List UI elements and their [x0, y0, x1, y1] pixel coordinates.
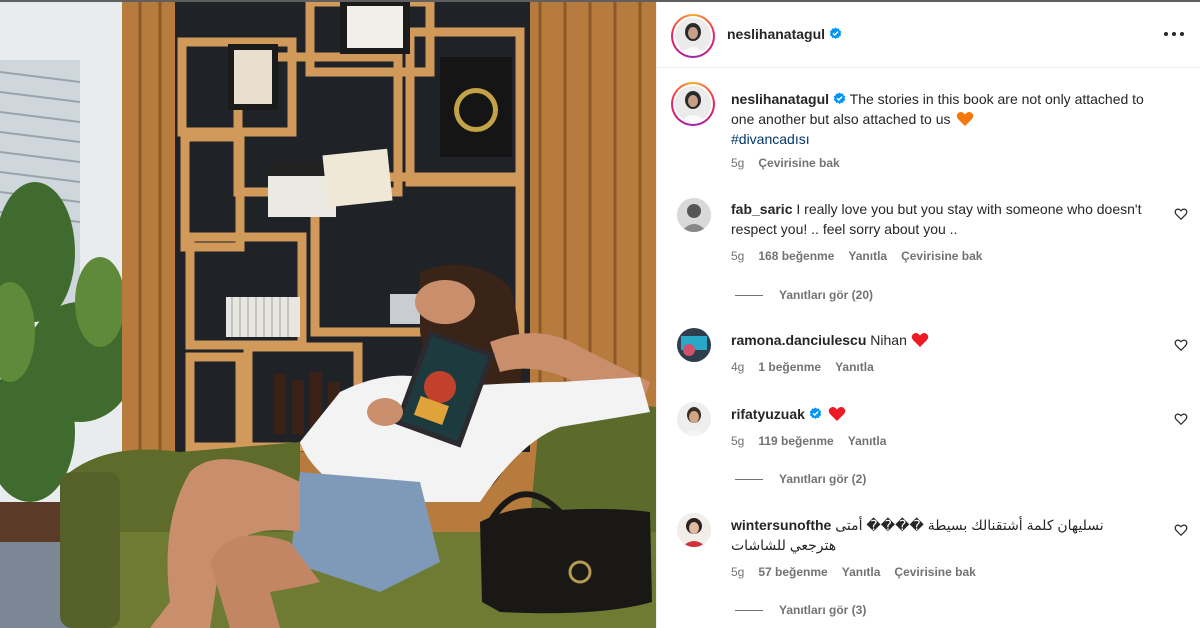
comment-text: I really love you but you stay with some…: [731, 201, 1142, 237]
red-heart-icon: [911, 333, 929, 347]
comment-likes[interactable]: 119 beğenme: [758, 434, 833, 448]
replies-divider: [735, 295, 763, 297]
comment-reply-button[interactable]: Yanıtla: [842, 565, 881, 579]
comment-body: fab_saric I really love you but you stay…: [731, 199, 1161, 239]
red-heart-icon: [828, 407, 846, 421]
verified-badge-icon: [809, 407, 822, 419]
caption-username[interactable]: neslihanatagul: [731, 91, 829, 107]
post-photo[interactable]: [0, 2, 656, 628]
orange-heart-icon: [957, 112, 974, 126]
comment-avatar-image: [677, 402, 711, 436]
comment-avatar[interactable]: [677, 328, 711, 362]
comment-avatar[interactable]: [677, 198, 711, 232]
comment-username[interactable]: fab_saric: [731, 201, 792, 217]
comment-avatar[interactable]: [677, 513, 711, 547]
caption-author-avatar[interactable]: [671, 82, 715, 126]
comment-reply-button[interactable]: Yanıtla: [848, 249, 887, 263]
replies-divider: [735, 610, 763, 612]
comment-avatar-image: [677, 513, 711, 547]
more-options-icon[interactable]: [1163, 24, 1187, 44]
view-replies-label: Yanıtları gör (3): [779, 603, 867, 617]
post-caption: neslihanatagul The stories in this book …: [731, 89, 1171, 149]
comment-body: wintersunofthe نسليهان كلمة أشتقنالك بسي…: [731, 515, 1161, 555]
comment-reply-button[interactable]: Yanıtla: [848, 434, 887, 448]
post-details-panel: neslihanatagul neslihanatagul The storie…: [656, 2, 1200, 628]
view-replies-label: Yanıtları gör (2): [779, 472, 867, 486]
comment-likes[interactable]: 1 beğenme: [758, 360, 821, 374]
comment-meta: 5g 57 beğenme Yanıtla Çevirisine bak: [731, 565, 990, 579]
caption-avatar-image: [675, 86, 711, 122]
comment-reply-button[interactable]: Yanıtla: [835, 360, 874, 374]
comment-time[interactable]: 5g: [731, 434, 744, 448]
like-heart-icon[interactable]: [1174, 338, 1188, 352]
comment-username[interactable]: ramona.danciulescu: [731, 332, 866, 348]
author-avatar[interactable]: [671, 14, 715, 58]
comment-translate-link[interactable]: Çevirisine bak: [901, 249, 982, 263]
comment-time[interactable]: 5g: [731, 249, 744, 263]
comment-likes[interactable]: 57 beğenme: [758, 565, 827, 579]
author-username[interactable]: neslihanatagul: [727, 26, 825, 42]
comment-meta: 5g 119 beğenme Yanıtla: [731, 434, 900, 448]
comment-avatar-image: [677, 198, 711, 232]
comment-translate-link[interactable]: Çevirisine bak: [894, 565, 975, 579]
comment-username[interactable]: wintersunofthe: [731, 517, 831, 533]
comment-body: ramona.danciulescu Nihan: [731, 330, 1161, 350]
verified-badge-icon: [829, 27, 842, 39]
post-header: neslihanatagul: [657, 2, 1200, 68]
caption-meta: 5g Çevirisine bak: [731, 156, 854, 170]
comment-body: rifatyuzuak: [731, 404, 1161, 424]
like-heart-icon[interactable]: [1174, 207, 1188, 221]
verified-badge-icon: [833, 92, 846, 104]
view-replies-button[interactable]: Yanıtları gör (3): [735, 603, 866, 617]
caption-time[interactable]: 5g: [731, 156, 744, 170]
view-replies-label: Yanıtları gör (20): [779, 288, 874, 302]
comment-meta: 5g 168 beğenme Yanıtla Çevirisine bak: [731, 249, 996, 263]
comment-time[interactable]: 4g: [731, 360, 744, 374]
replies-divider: [735, 479, 763, 481]
author-avatar-image: [675, 18, 711, 54]
comment-avatar[interactable]: [677, 402, 711, 436]
view-replies-button[interactable]: Yanıtları gör (20): [735, 288, 873, 302]
caption-translate-link[interactable]: Çevirisine bak: [758, 156, 839, 170]
comment-avatar-image: [677, 328, 711, 362]
comment-username[interactable]: rifatyuzuak: [731, 406, 805, 422]
view-replies-button[interactable]: Yanıtları gör (2): [735, 472, 866, 486]
comment-text-line-2: هترجعي للشاشات: [731, 537, 837, 553]
like-heart-icon[interactable]: [1174, 412, 1188, 426]
comment-text: نسليهان كلمة أشتقنالك بسيطة ���� أمتى: [835, 517, 1104, 533]
comment-meta: 4g 1 beğenme Yanıtla: [731, 360, 888, 374]
caption-hashtag[interactable]: #divancadısı: [731, 131, 810, 147]
post-photo-illustration: [0, 2, 656, 628]
comment-time[interactable]: 5g: [731, 565, 744, 579]
like-heart-icon[interactable]: [1174, 523, 1188, 537]
comment-text: Nihan: [870, 332, 907, 348]
comment-likes[interactable]: 168 beğenme: [758, 249, 834, 263]
